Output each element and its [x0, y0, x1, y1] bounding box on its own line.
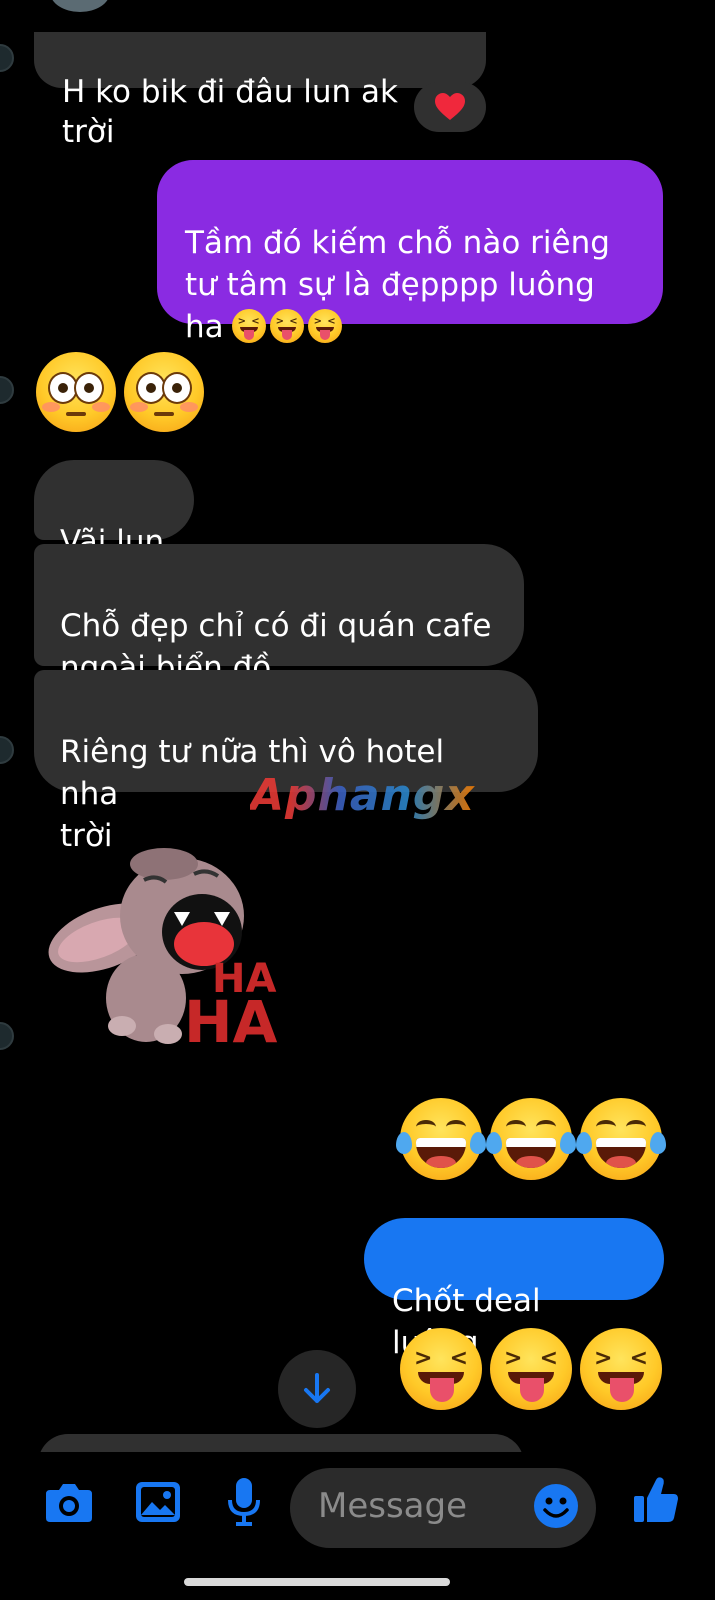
- sender-avatar[interactable]: [0, 44, 14, 72]
- squinting-tongue-emoji: > <: [269, 309, 304, 354]
- emoji-message-outgoing[interactable]: > < > < > <: [400, 1328, 662, 1410]
- squint-tongue-emojis: > < > < > <: [231, 309, 342, 354]
- message-bubble-incoming[interactable]: Chỗ đẹp chỉ có đi quán cafe ngoài biển đ…: [34, 544, 524, 686]
- message-input[interactable]: Message: [290, 1468, 596, 1548]
- message-bubble-incoming[interactable]: H ko bik đi đâu lun ak trời: [34, 32, 486, 150]
- tears-of-joy-emoji: [396, 1098, 486, 1180]
- watermark: Aphangx: [250, 770, 475, 821]
- squinting-tongue-emoji: > <: [580, 1328, 662, 1410]
- flushed-face-emoji: [36, 352, 116, 432]
- squinting-tongue-emoji: > <: [307, 309, 342, 354]
- microphone-icon[interactable]: [226, 1476, 262, 1532]
- heart-icon: [435, 93, 465, 120]
- image-icon[interactable]: [134, 1480, 182, 1528]
- tears-of-joy-emoji: [486, 1098, 576, 1180]
- sender-avatar[interactable]: [50, 0, 110, 12]
- sender-avatar[interactable]: [0, 1022, 14, 1050]
- message-input-placeholder: Message: [318, 1486, 468, 1526]
- squinting-tongue-emoji: > <: [231, 309, 266, 354]
- flushed-face-emoji: [124, 352, 204, 432]
- home-indicator[interactable]: [184, 1578, 450, 1586]
- tears-of-joy-emoji: [576, 1098, 666, 1180]
- camera-icon[interactable]: [44, 1480, 94, 1528]
- arrow-down-icon: [304, 1373, 330, 1403]
- scroll-to-bottom-button[interactable]: [278, 1350, 356, 1428]
- message-text: H ko bik đi đâu lun ak trời: [62, 74, 398, 150]
- message-bubble-outgoing[interactable]: Tầm đó kiếm chỗ nào riêng tư tâm sự là đ…: [157, 160, 663, 345]
- chat-screen: H ko bik đi đâu lun ak trời Tầm đó kiếm …: [0, 0, 715, 1600]
- message-bubble-incoming[interactable]: Vãi lun: [34, 460, 194, 560]
- squinting-tongue-emoji: > <: [400, 1328, 482, 1410]
- squinting-tongue-emoji: > <: [490, 1328, 572, 1410]
- sticker-text-bottom: HA: [184, 988, 278, 1056]
- thumbs-up-icon[interactable]: [632, 1474, 680, 1528]
- heart-reaction[interactable]: [414, 82, 486, 132]
- sender-avatar[interactable]: [0, 376, 14, 404]
- dog-sticker-image: HA HA: [48, 848, 278, 1056]
- emoji-message-incoming[interactable]: [36, 352, 204, 432]
- emoji-icon[interactable]: [532, 1482, 580, 1530]
- message-bubble-outgoing[interactable]: Chốt deal luông: [364, 1218, 664, 1361]
- laughing-dog-sticker[interactable]: HA HA: [34, 830, 294, 1060]
- emoji-message-outgoing[interactable]: [396, 1098, 666, 1180]
- sender-avatar[interactable]: [0, 736, 14, 764]
